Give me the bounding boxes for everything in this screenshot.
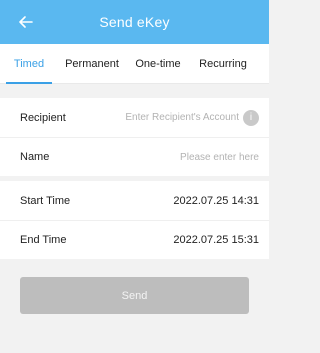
account-info-icon[interactable]: i [243, 109, 259, 126]
recipient-row: Recipient i [0, 98, 269, 137]
app-header: Send eKey [0, 0, 269, 44]
tab-timed[interactable]: Timed [0, 44, 58, 84]
send-button[interactable]: Send [20, 277, 249, 314]
arrow-left-icon [19, 16, 33, 28]
end-time-row[interactable]: End Time 2022.07.25 15:31 [0, 220, 269, 259]
recipient-label: Recipient [20, 111, 66, 124]
page-title: Send eKey [99, 14, 170, 30]
name-input[interactable] [119, 151, 259, 163]
tab-recurring[interactable]: Recurring [190, 44, 256, 84]
end-time-value[interactable]: 2022.07.25 15:31 [173, 234, 259, 246]
start-time-label: Start Time [20, 194, 71, 207]
end-time-label: End Time [20, 234, 67, 246]
tab-bar: Timed Permanent One-time Recurring [0, 44, 269, 84]
recipient-field: i [109, 109, 259, 126]
name-row: Name [0, 137, 269, 176]
time-group: Start Time 2022.07.25 14:31 End Time 202… [0, 181, 269, 259]
recipient-input[interactable] [109, 112, 239, 123]
start-time-value[interactable]: 2022.07.25 14:31 [173, 195, 259, 207]
recipient-group: Recipient i Name [0, 98, 269, 176]
tab-one-time[interactable]: One-time [126, 44, 190, 84]
back-button[interactable] [14, 10, 38, 34]
name-label: Name [20, 151, 50, 163]
start-time-row[interactable]: Start Time 2022.07.25 14:31 [0, 181, 269, 220]
tab-permanent[interactable]: Permanent [58, 44, 126, 84]
